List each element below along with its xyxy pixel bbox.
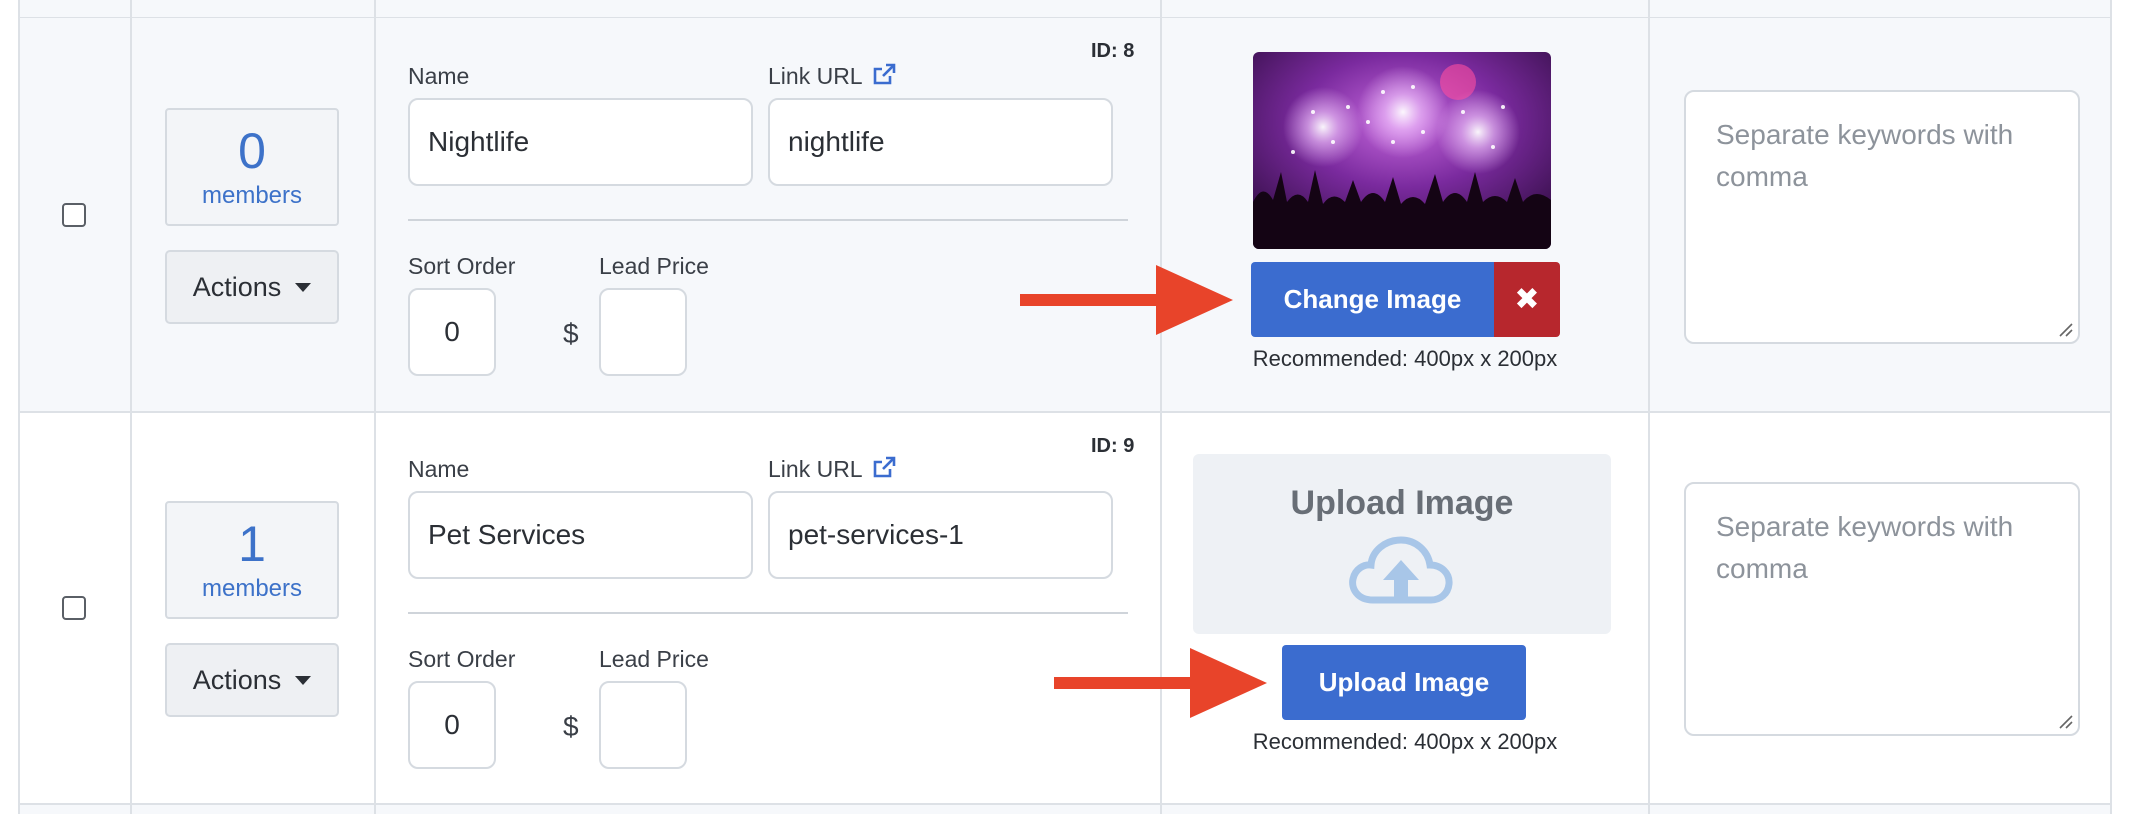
link-url-input[interactable]: pet-services-1 (768, 491, 1113, 579)
upload-image-button[interactable]: Upload Image (1282, 645, 1526, 720)
lead-price-label: Lead Price (599, 253, 709, 279)
caret-down-icon (295, 675, 312, 685)
members-count: 1 (238, 516, 266, 572)
keywords-textarea[interactable]: Separate keywords with comma (1684, 90, 2080, 344)
recommended-size-text: Recommended: 400px x 200px (1252, 729, 1558, 754)
link-url-label-text: Link URL (768, 63, 862, 89)
currency-symbol: $ (563, 711, 579, 742)
external-link-icon[interactable] (872, 456, 896, 478)
upload-dropzone-label: Upload Image (1290, 484, 1514, 522)
remove-image-button[interactable]: ✖ (1494, 262, 1560, 337)
recommended-size-text: Recommended: 400px x 200px (1252, 346, 1558, 371)
row-select-checkbox[interactable] (62, 203, 86, 227)
sort-order-input[interactable]: 0 (408, 288, 496, 376)
lead-price-input[interactable] (599, 288, 687, 376)
column-divider (130, 0, 132, 814)
category-id: ID: 9 (1091, 435, 1135, 457)
resize-handle-icon[interactable] (2058, 322, 2074, 338)
actions-dropdown-button[interactable]: Actions (165, 250, 339, 324)
table-row-previous (20, 0, 2110, 19)
resize-handle-icon[interactable] (2058, 714, 2074, 730)
link-url-label: Link URL (768, 456, 896, 483)
table-row-next (20, 805, 2110, 814)
name-label: Name (408, 63, 470, 89)
sort-order-label: Sort Order (408, 253, 516, 279)
lead-price-input[interactable] (599, 681, 687, 769)
link-url-input[interactable]: nightlife (768, 98, 1113, 186)
row-select-checkbox[interactable] (62, 596, 86, 620)
annotation-arrow-icon (1054, 648, 1267, 718)
name-input[interactable]: Pet Services (408, 491, 753, 579)
actions-dropdown-button[interactable]: Actions (165, 643, 339, 717)
link-url-label-text: Link URL (768, 456, 862, 482)
sort-order-input[interactable]: 0 (408, 681, 496, 769)
sort-order-label: Sort Order (408, 646, 516, 672)
actions-label: Actions (192, 271, 282, 302)
members-count-box[interactable]: 0 members (165, 108, 339, 226)
members-count-box[interactable]: 1 members (165, 501, 339, 619)
members-count: 0 (238, 123, 266, 179)
currency-symbol: $ (563, 318, 579, 349)
column-divider (1648, 0, 1650, 814)
lead-price-label: Lead Price (599, 646, 709, 672)
field-divider (408, 612, 1128, 614)
image-upload-dropzone[interactable]: Upload Image (1193, 454, 1611, 634)
category-image-thumbnail (1253, 52, 1551, 249)
column-divider (374, 0, 376, 814)
keywords-textarea[interactable]: Separate keywords with comma (1684, 482, 2080, 736)
link-url-label: Link URL (768, 63, 896, 90)
concert-fireworks-image (1253, 52, 1551, 249)
close-icon: ✖ (1514, 283, 1540, 316)
name-label: Name (408, 456, 470, 482)
change-image-button[interactable]: Change Image (1251, 262, 1494, 337)
annotation-arrow-icon (1020, 265, 1233, 335)
name-input[interactable]: Nightlife (408, 98, 753, 186)
members-label: members (201, 182, 303, 209)
external-link-icon[interactable] (872, 63, 896, 85)
field-divider (408, 219, 1128, 221)
members-label: members (201, 575, 303, 602)
actions-label: Actions (192, 664, 282, 695)
category-id: ID: 8 (1091, 40, 1135, 62)
cloud-upload-icon (1349, 536, 1453, 604)
caret-down-icon (295, 282, 312, 292)
